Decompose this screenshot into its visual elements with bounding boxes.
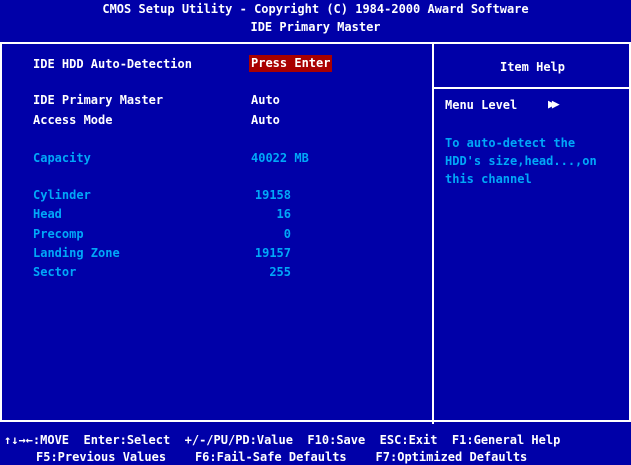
page-title: IDE Primary Master bbox=[250, 20, 381, 34]
help-text-line: HDD's size,head...,on bbox=[445, 154, 597, 168]
precomp-label: Precomp bbox=[33, 227, 84, 241]
head-value: 16 bbox=[276, 207, 291, 221]
press-enter-button[interactable]: Press Enter bbox=[249, 55, 333, 72]
menu-level-label: Menu Level bbox=[445, 98, 518, 112]
access-mode-value[interactable]: Auto bbox=[251, 112, 280, 128]
cylinder-value: 19158 bbox=[254, 188, 291, 202]
sector-value: 255 bbox=[269, 265, 291, 279]
primary-master-label: IDE Primary Master bbox=[33, 93, 164, 107]
cylinder-label: Cylinder bbox=[33, 188, 91, 202]
panel-divider bbox=[432, 42, 434, 424]
sector-label: Sector bbox=[33, 265, 77, 279]
help-text-line: this channel bbox=[445, 172, 532, 186]
capacity-value: 40022 MB bbox=[251, 151, 309, 165]
capacity-label: Capacity bbox=[33, 151, 91, 165]
precomp-value: 0 bbox=[283, 227, 291, 241]
help-text-line: To auto-detect the bbox=[445, 136, 576, 150]
head-label: Head bbox=[33, 207, 62, 221]
help-divider bbox=[434, 87, 631, 89]
item-help-title: Item Help bbox=[499, 60, 566, 74]
autodetect-label: IDE HDD Auto-Detection bbox=[33, 57, 192, 71]
primary-master-value[interactable]: Auto bbox=[251, 92, 280, 108]
double-right-arrow-icon: ▶▶ bbox=[548, 97, 559, 112]
window-title: CMOS Setup Utility - Copyright (C) 1984-… bbox=[102, 2, 529, 16]
landing-zone-value: 19157 bbox=[254, 246, 291, 260]
access-mode-label: Access Mode bbox=[33, 113, 113, 127]
landing-zone-label: Landing Zone bbox=[33, 246, 120, 260]
key-legend-line1: ↑↓→←:MOVE Enter:Select +/-/PU/PD:Value F… bbox=[4, 433, 561, 447]
key-legend-line2: F5:Previous Values F6:Fail-Safe Defaults… bbox=[36, 450, 528, 464]
